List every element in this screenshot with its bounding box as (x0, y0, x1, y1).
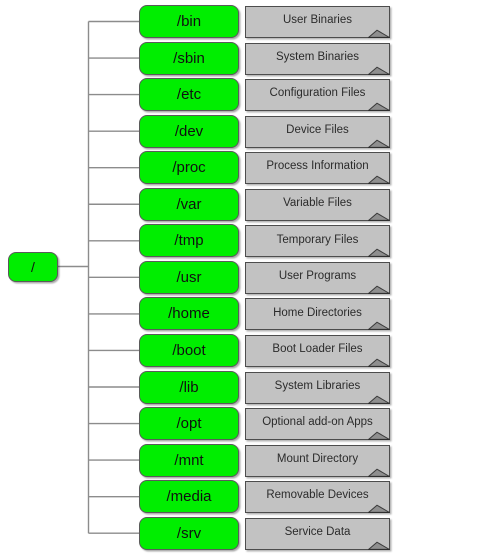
folded-corner-icon (368, 503, 390, 514)
directory-node-label: /lib (179, 378, 199, 396)
directory-row: /var Variable Files (0, 187, 500, 222)
directory-node-label: /tmp (174, 232, 204, 250)
description-note-label: Device Files (286, 123, 349, 136)
folded-corner-icon (368, 101, 390, 112)
description-note: Variable Files (245, 188, 390, 221)
directory-node[interactable]: /opt (139, 407, 239, 441)
directory-node[interactable]: /sbin (139, 41, 239, 75)
directory-row: /mnt Mount Directory (0, 443, 500, 478)
description-note: System Binaries (245, 42, 390, 75)
directory-node[interactable]: /srv (139, 516, 239, 550)
folded-corner-icon (368, 174, 390, 185)
folded-corner-icon (368, 284, 390, 294)
description-note: Optional add-on Apps (245, 408, 390, 441)
description-note: Removable Devices (245, 481, 390, 514)
directory-node[interactable]: /mnt (139, 443, 239, 477)
description-note-label: User Programs (278, 270, 357, 283)
description-note: Temporary Files (245, 225, 390, 258)
directory-row: /boot Boot Loader Files (0, 333, 500, 368)
directory-node[interactable]: /lib (139, 370, 239, 404)
folded-corner-icon (368, 65, 390, 75)
directory-node[interactable]: /boot (139, 333, 239, 367)
directory-node[interactable]: /tmp (139, 224, 239, 258)
description-note-label: Configuration Files (269, 87, 366, 100)
description-note-label: System Binaries (275, 50, 360, 63)
directory-row: /sbin System Binaries (0, 41, 500, 76)
filesystem-hierarchy-diagram: / /bin User Binaries/sbin System Binaries /… (0, 0, 500, 557)
directory-node-label: /boot (172, 341, 206, 359)
directory-node-label: /bin (176, 13, 202, 30)
directory-node[interactable]: /etc (139, 78, 239, 112)
directory-node-label: /mnt (174, 451, 204, 469)
directory-node[interactable]: /bin (139, 5, 239, 38)
folded-corner-icon (368, 430, 390, 441)
folded-corner-icon (368, 138, 390, 148)
description-note-label: Optional add-on Apps (262, 416, 373, 429)
folded-corner-icon (368, 247, 390, 258)
description-note: User Programs (245, 261, 390, 294)
directory-row: /tmp Temporary Files (0, 224, 500, 258)
directory-node-label: /opt (176, 415, 202, 433)
description-note: Home Directories (245, 298, 390, 331)
directory-node-label: /usr (176, 268, 202, 286)
folded-corner-icon (368, 540, 390, 550)
description-note-label: Variable Files (283, 197, 352, 209)
directory-node-label: /sbin (173, 49, 205, 67)
directory-node-label: /proc (172, 159, 206, 177)
directory-row: /opt Optional add-on Apps (0, 407, 500, 441)
directory-row: /lib System Libraries (0, 370, 500, 405)
description-note-label: Removable Devices (266, 489, 369, 502)
description-note: User Binaries (245, 6, 390, 38)
folded-corner-icon (368, 467, 390, 477)
description-note: Mount Directory (245, 444, 390, 477)
directory-row: /srv Service Data (0, 516, 500, 551)
directory-node[interactable]: /home (139, 297, 239, 331)
directory-row: /usr User Programs (0, 260, 500, 295)
description-note: System Libraries (245, 371, 390, 404)
description-note-label: Process Information (266, 160, 369, 173)
description-note-label: Service Data (284, 525, 351, 538)
folded-corner-icon (368, 211, 390, 221)
directory-node-label: /home (168, 305, 210, 323)
folded-corner-icon (368, 320, 390, 331)
description-note-label: Boot Loader Files (272, 343, 363, 356)
directory-row: /proc Process Information (0, 151, 500, 185)
directory-node[interactable]: /usr (139, 260, 239, 294)
directory-row: /home Home Directories (0, 297, 500, 331)
folded-corner-icon (368, 357, 390, 367)
directory-node-label: /var (176, 195, 202, 213)
description-note: Boot Loader Files (245, 334, 390, 367)
directory-node-label: /media (166, 488, 212, 506)
directory-row: /media Removable Devices (0, 480, 500, 514)
directory-node-label: /srv (176, 524, 202, 542)
directory-node[interactable]: /var (139, 187, 239, 221)
folded-corner-icon (368, 28, 390, 38)
description-note: Service Data (245, 517, 390, 550)
directory-row: /dev Device Files (0, 114, 500, 149)
directory-node-label: /etc (176, 86, 202, 104)
description-note: Configuration Files (245, 79, 390, 112)
description-note-label: Temporary Files (276, 233, 359, 246)
directory-node[interactable]: /media (139, 480, 239, 514)
folded-corner-icon (368, 394, 390, 404)
description-note-label: System Libraries (274, 379, 361, 392)
directory-node[interactable]: /proc (139, 151, 239, 185)
description-note: Process Information (245, 152, 390, 185)
description-note-label: Mount Directory (276, 452, 359, 465)
description-note-label: User Binaries (282, 14, 353, 27)
directory-row: /etc Configuration Files (0, 78, 500, 112)
description-note-label: Home Directories (273, 306, 362, 319)
directory-node[interactable]: /dev (139, 114, 239, 148)
description-note: Device Files (245, 115, 390, 148)
directory-row: /bin User Binaries (0, 5, 500, 39)
directory-node-label: /dev (174, 122, 204, 140)
